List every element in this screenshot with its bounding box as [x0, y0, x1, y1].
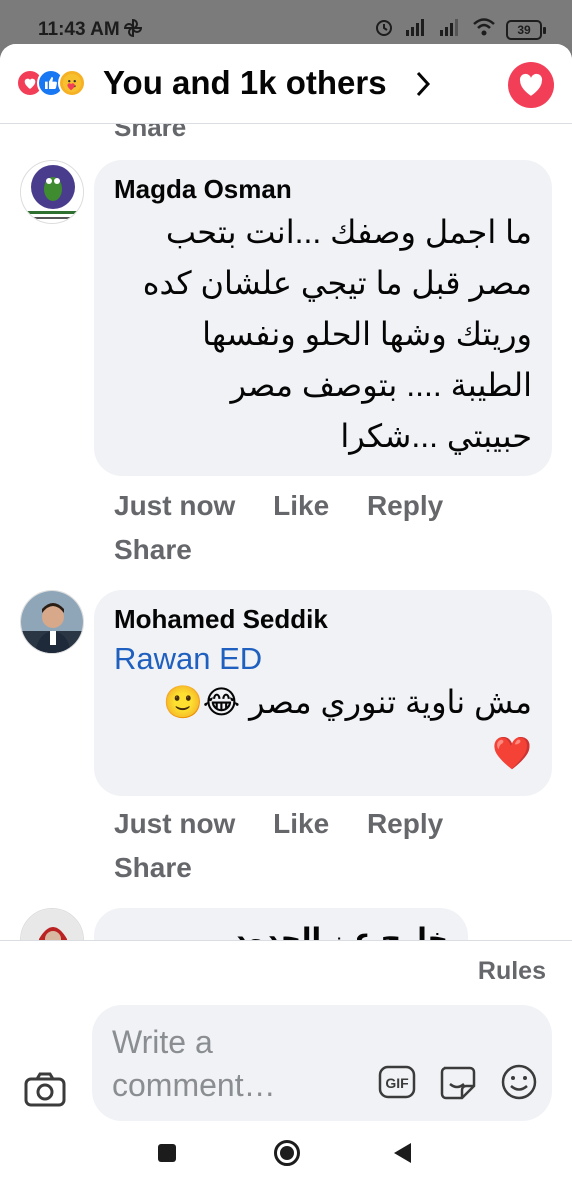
care-reaction-icon — [58, 69, 86, 97]
comment-text: مش ناوية تنوري مصر 😂🙂 ❤️ — [114, 677, 532, 779]
comment-line: الطيبة .... بتوصف مصر — [230, 367, 532, 403]
wifi-icon — [472, 17, 496, 42]
home-button[interactable] — [274, 1140, 300, 1166]
comments-sheet: You and 1k others Share Magda Osman ما ا… — [0, 44, 572, 1200]
comment-bubble[interactable]: Magda Osman ما اجمل وصفك ...انت بتحب مصر… — [94, 160, 552, 476]
reactions-title[interactable]: You and 1k others — [103, 64, 387, 102]
comment-line: ❤️ — [492, 735, 532, 771]
comment-line: ما اجمل وصفك ...انت بتحب — [165, 214, 532, 250]
gif-icon[interactable]: GIF — [378, 1065, 416, 1104]
comment-line: حبيبتي ...شكرا — [340, 418, 532, 454]
android-nav-bar — [0, 1130, 572, 1200]
like-link[interactable]: Like — [273, 490, 329, 521]
signal-2-icon — [438, 17, 462, 42]
heart-icon[interactable] — [508, 62, 554, 108]
comments-feed[interactable]: Share Magda Osman ما اجمل وصفك ...انت بت… — [0, 124, 572, 940]
reactions-header[interactable]: You and 1k others — [0, 44, 572, 124]
share-link[interactable]: Share — [114, 534, 192, 565]
comment-placeholder: Write a comment… — [112, 1024, 276, 1103]
share-link-partial[interactable]: Share — [114, 124, 186, 143]
comment-time[interactable]: Just now — [114, 490, 235, 521]
avatar[interactable] — [20, 160, 84, 224]
comment-author[interactable]: Magda Osman — [114, 174, 532, 205]
mentioned-user[interactable]: Rawan ED — [114, 641, 532, 677]
comment-actions: Just now Like Reply Share — [114, 484, 473, 572]
recents-button[interactable] — [158, 1144, 176, 1162]
comment-bubble[interactable]: خارج عن الحدود — [94, 908, 468, 940]
gif-label: GIF — [385, 1075, 409, 1091]
comment-bubble[interactable]: Mohamed Seddik Rawan ED مش ناوية تنوري م… — [94, 590, 552, 796]
status-bar: 11:43 AM 39 — [0, 0, 572, 44]
like-link[interactable]: Like — [273, 808, 329, 839]
avatar[interactable] — [20, 908, 84, 940]
back-button[interactable] — [394, 1143, 411, 1163]
comment-line: وريتك وشها الحلو ونفسها — [202, 316, 532, 352]
comment-actions: Just now Like Reply Share — [114, 802, 473, 890]
battery-icon: 39 — [506, 19, 546, 40]
status-time: 11:43 AM — [38, 19, 120, 40]
pinwheel-icon — [122, 17, 144, 44]
comment-line: مش ناوية تنوري مصر 😂🙂 — [162, 684, 532, 720]
reply-link[interactable]: Reply — [367, 808, 443, 839]
reply-link[interactable]: Reply — [367, 490, 443, 521]
alarm-icon — [374, 17, 394, 42]
comment-line: مصر قبل ما تيجي علشان كده — [142, 265, 532, 301]
chevron-right-icon[interactable] — [414, 70, 432, 103]
share-link[interactable]: Share — [114, 852, 192, 883]
reaction-summary[interactable] — [16, 69, 86, 97]
signal-icon — [404, 17, 428, 42]
comment-composer: Rules Write a comment… GIF — [0, 940, 572, 1130]
comment-time[interactable]: Just now — [114, 808, 235, 839]
comment-text: خارج عن الحدود — [232, 923, 448, 940]
avatar[interactable] — [20, 590, 84, 654]
rules-link[interactable]: Rules — [478, 957, 546, 986]
emoji-icon[interactable] — [500, 1063, 538, 1106]
camera-icon[interactable] — [24, 1071, 66, 1112]
comment-text: ما اجمل وصفك ...انت بتحب مصر قبل ما تيجي… — [114, 207, 532, 462]
comment-author[interactable]: Mohamed Seddik — [114, 604, 532, 635]
comment-input[interactable]: Write a comment… GIF — [92, 1005, 552, 1121]
sticker-icon[interactable] — [438, 1064, 478, 1105]
